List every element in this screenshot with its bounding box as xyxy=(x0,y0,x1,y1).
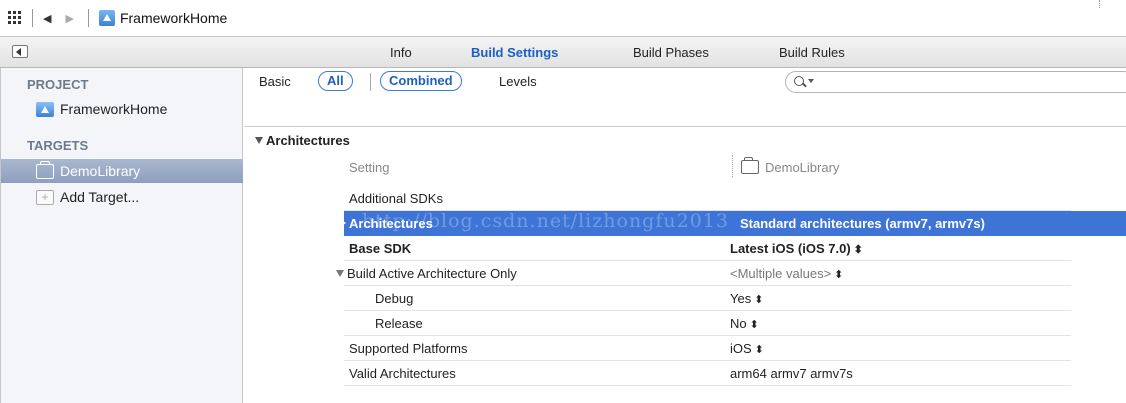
setting-name: Base SDK xyxy=(349,241,412,256)
table-row[interactable]: Base SDK Latest iOS (iOS 7.0) ⬍ xyxy=(344,236,1071,261)
tab-build-rules[interactable]: Build Rules xyxy=(779,45,845,60)
divider xyxy=(87,9,89,27)
project-navigator: PROJECT FrameworkHome TARGETS DemoLibrar… xyxy=(0,68,243,403)
setting-name: Build Active Architecture Only xyxy=(347,266,517,281)
disclosure-right-icon xyxy=(339,218,346,228)
section-title: Architectures xyxy=(266,133,350,148)
stepper-icon[interactable]: ⬍ xyxy=(854,244,863,256)
forward-arrow-icon[interactable]: ▶ xyxy=(65,12,73,25)
setting-value: Latest iOS (iOS 7.0) xyxy=(730,241,851,256)
sidebar-item-target[interactable]: DemoLibrary xyxy=(1,159,243,183)
grid-icon[interactable] xyxy=(8,11,22,25)
table-row[interactable]: Debug Yes ⬍ xyxy=(344,286,1071,311)
project-header: PROJECT xyxy=(27,77,89,92)
stepper-icon[interactable]: ⬍ xyxy=(755,344,764,356)
setting-name: Valid Architectures xyxy=(349,366,456,381)
setting-value-wrap[interactable]: Latest iOS (iOS 7.0) ⬍ xyxy=(730,241,863,256)
filter-basic[interactable]: Basic xyxy=(259,74,291,89)
setting-name: Debug xyxy=(375,291,414,306)
back-arrow-icon[interactable]: ◀ xyxy=(43,12,51,25)
path-bar: ◀ ▶ FrameworkHome xyxy=(0,0,1126,36)
setting-value: Standard architectures (armv7, armv7s) xyxy=(740,216,985,231)
editor-tab-bar: Info Build Settings Build Phases Build R… xyxy=(0,36,1126,68)
disclosure-down-icon xyxy=(255,137,263,144)
setting-value: Yes xyxy=(730,291,752,306)
setting-name: Additional SDKs xyxy=(349,191,443,206)
tab-info[interactable]: Info xyxy=(390,45,412,60)
search-icon xyxy=(794,76,804,86)
divider xyxy=(732,155,733,177)
jump-bar-project[interactable]: FrameworkHome xyxy=(120,10,227,26)
watermark: http://blog.csdn.net/lizhongfu2013 xyxy=(362,210,729,232)
xcode-project-icon xyxy=(98,10,115,26)
selection-highlight xyxy=(1071,211,1126,236)
filter-all[interactable]: All xyxy=(318,71,353,91)
table-row[interactable]: Additional SDKs xyxy=(344,186,1071,211)
column-header-target: DemoLibrary xyxy=(765,160,840,175)
setting-value: No xyxy=(730,316,747,331)
chevron-down-icon xyxy=(808,79,814,83)
setting-name-wrap: Build Active Architecture Only xyxy=(336,266,517,281)
divider xyxy=(32,9,33,27)
setting-value-wrap[interactable]: No ⬍ xyxy=(730,316,759,331)
search-input[interactable] xyxy=(785,71,1126,93)
sidebar-item-label: FrameworkHome xyxy=(60,101,168,117)
plus-icon: + xyxy=(36,189,54,205)
table-row[interactable]: Supported Platforms iOS ⬍ xyxy=(344,336,1071,361)
divider xyxy=(244,126,1126,127)
table-row[interactable]: Valid Architectures arm64 armv7 armv7s xyxy=(344,361,1071,386)
targets-header: TARGETS xyxy=(27,138,89,153)
setting-name: Release xyxy=(375,316,423,331)
stepper-icon[interactable]: ⬍ xyxy=(750,319,759,331)
table-row[interactable]: Build Active Architecture Only <Multiple… xyxy=(336,261,1071,286)
sidebar-item-project[interactable]: FrameworkHome xyxy=(1,97,243,121)
disclosure-down-icon xyxy=(336,270,344,277)
target-icon xyxy=(36,160,54,179)
add-target-button[interactable]: + Add Target... xyxy=(1,185,243,209)
tab-build-settings[interactable]: Build Settings xyxy=(471,45,558,60)
column-header-setting: Setting xyxy=(349,160,390,175)
setting-value: arm64 armv7 armv7s xyxy=(730,366,853,381)
setting-value-wrap[interactable]: Yes ⬍ xyxy=(730,291,763,306)
stepper-icon[interactable]: ⬍ xyxy=(834,269,843,281)
filter-levels[interactable]: Levels xyxy=(499,74,537,89)
setting-value-wrap[interactable]: iOS ⬍ xyxy=(730,341,764,356)
project-icon xyxy=(36,101,54,117)
sidebar-item-label: DemoLibrary xyxy=(60,163,141,179)
filter-combined[interactable]: Combined xyxy=(380,71,462,91)
setting-value-wrap[interactable]: <Multiple values> ⬍ xyxy=(730,266,843,281)
stepper-icon[interactable]: ⬍ xyxy=(754,294,763,306)
add-target-label: Add Target... xyxy=(60,189,140,205)
table-row[interactable]: Release No ⬍ xyxy=(344,311,1071,336)
target-icon xyxy=(741,157,759,174)
setting-value: <Multiple values> xyxy=(730,266,832,281)
tab-build-phases[interactable]: Build Phases xyxy=(633,45,709,60)
settings-filter-bar: Basic All Combined Levels xyxy=(244,68,1126,96)
setting-name: Supported Platforms xyxy=(349,341,468,356)
section-architectures[interactable]: Architectures xyxy=(255,133,350,148)
toggle-sidebar-icon[interactable] xyxy=(12,45,28,58)
setting-value: iOS xyxy=(730,341,752,356)
divider xyxy=(370,73,371,91)
window-edge-marker xyxy=(1099,0,1100,8)
